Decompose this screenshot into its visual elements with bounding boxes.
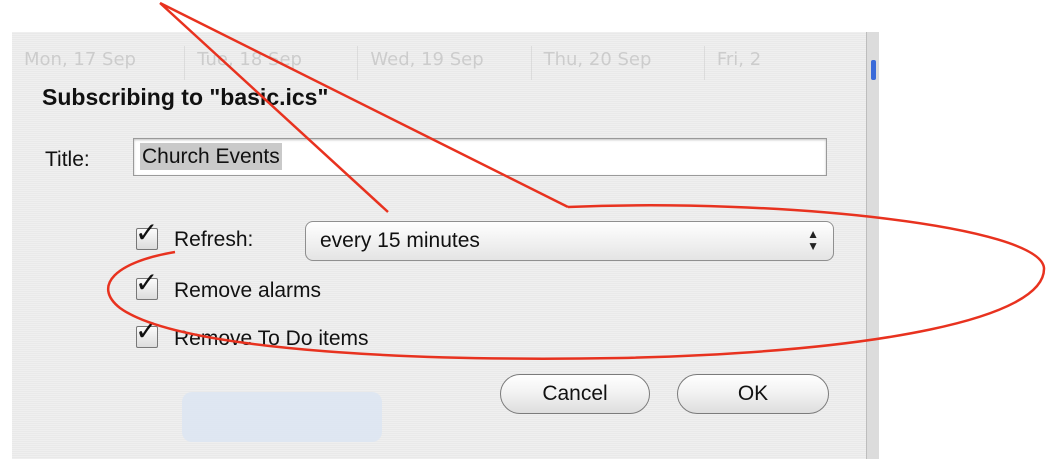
scroll-indicator	[871, 60, 876, 80]
refresh-interval-value: every 15 minutes	[320, 229, 480, 252]
refresh-checkbox[interactable]: ✓	[135, 219, 158, 250]
checkmark-icon: ✓	[135, 266, 159, 299]
remove-alarms-checkbox[interactable]: ✓	[135, 269, 158, 300]
title-label: Title:	[45, 148, 90, 171]
cancel-button[interactable]: Cancel	[500, 374, 650, 414]
checkmark-icon: ✓	[135, 314, 159, 347]
window-edge	[866, 32, 879, 459]
calendar-day: Mon, 17 Sep	[12, 46, 186, 80]
refresh-label: Refresh:	[174, 228, 254, 251]
dialog-heading: Subscribing to "basic.ics"	[42, 84, 329, 110]
checkmark-icon: ✓	[135, 216, 159, 249]
refresh-interval-select[interactable]: every 15 minutes ▲ ▼	[305, 221, 834, 261]
title-input-value: Church Events	[140, 143, 282, 170]
remove-todos-checkbox[interactable]: ✓	[135, 317, 158, 348]
calendar-day: Wed, 19 Sep	[358, 46, 532, 80]
remove-todos-label: Remove To Do items	[174, 327, 369, 350]
calendar-day: Tue, 18 Sep	[185, 46, 359, 80]
calendar-day: Thu, 20 Sep	[532, 46, 705, 80]
calendar-event-ghost	[182, 392, 382, 442]
calendar-day-header: Mon, 17 Sep Tue, 18 Sep Wed, 19 Sep Thu,…	[12, 46, 878, 80]
calendar-day: Fri, 2	[705, 46, 878, 80]
title-input[interactable]: Church Events	[133, 138, 827, 176]
remove-alarms-label: Remove alarms	[174, 279, 322, 302]
up-down-arrows-icon: ▲ ▼	[807, 227, 819, 253]
ok-button[interactable]: OK	[677, 374, 829, 414]
